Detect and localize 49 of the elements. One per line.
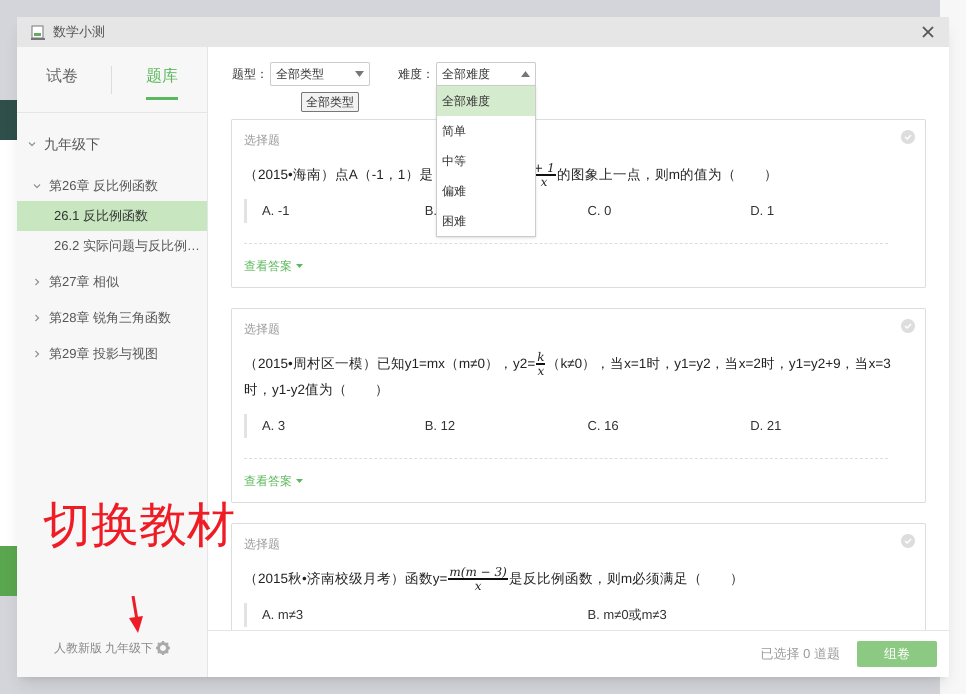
check-circle-icon[interactable] xyxy=(901,319,915,333)
filter-label: 难度： xyxy=(398,66,434,83)
dropdown-option[interactable]: 全部难度 xyxy=(437,86,535,116)
selected-count: 已选择 0 道题 xyxy=(760,645,840,664)
tree-item[interactable]: 26.1 反比例函数 xyxy=(17,201,207,231)
dropdown-option[interactable]: 偏难 xyxy=(437,176,535,206)
tree-item[interactable]: 第29章 投影与视图 xyxy=(17,339,207,369)
answer-option[interactable]: A. -1 xyxy=(262,201,425,221)
question-type: 选择题 xyxy=(244,536,280,552)
filter-dropdown[interactable]: 全部难度 xyxy=(436,62,536,86)
chevron-down-icon[interactable] xyxy=(28,140,36,148)
check-circle-icon[interactable] xyxy=(901,534,915,548)
tooltip: 全部类型 xyxy=(301,92,359,112)
dropdown-option[interactable]: 困难 xyxy=(437,206,535,236)
chevron-down-icon[interactable] xyxy=(33,182,41,190)
tree-item[interactable]: 九年级下 xyxy=(17,123,207,165)
document-icon xyxy=(31,24,45,40)
answer-option[interactable]: D. 21 xyxy=(750,416,913,436)
tree-item[interactable]: 第26章 反比例函数 xyxy=(17,171,207,201)
chevron-right-icon[interactable] xyxy=(33,350,41,358)
answer-option[interactable]: C. 16 xyxy=(588,416,750,436)
chevron-right-icon[interactable] xyxy=(33,278,41,286)
filter-label: 题型： xyxy=(232,66,268,83)
question-type: 选择题 xyxy=(244,321,280,337)
window-title: 数学小测 xyxy=(53,23,105,42)
question-type: 选择题 xyxy=(244,132,280,148)
answer-option[interactable]: D. 1 xyxy=(750,201,913,221)
close-icon[interactable] xyxy=(922,26,934,38)
answer-option[interactable]: A. m≠3 xyxy=(262,605,588,625)
answer-option[interactable]: A. 3 xyxy=(262,416,425,436)
sidebar-tab[interactable]: 试卷 xyxy=(46,59,78,100)
answer-option[interactable]: B. 12 xyxy=(424,416,588,436)
tree-item[interactable]: 第27章 相似 xyxy=(17,267,207,297)
caret-down-icon xyxy=(296,478,303,482)
tree-item[interactable]: 第28章 锐角三角函数 xyxy=(17,303,207,333)
filter-dropdown[interactable]: 全部类型 xyxy=(270,62,370,86)
caret-down-icon xyxy=(355,71,364,77)
dropdown-option[interactable]: 简单 xyxy=(437,116,535,146)
caret-down-icon xyxy=(296,264,303,268)
answer-option[interactable]: B. m≠0或m≠3 xyxy=(588,605,913,625)
answer-option[interactable]: C. 0 xyxy=(588,201,750,221)
check-circle-icon[interactable] xyxy=(901,130,915,144)
tree-item[interactable]: 26.2 实际问题与反比例… xyxy=(17,231,207,261)
annotation-arrow xyxy=(127,596,145,633)
caret-up-icon xyxy=(521,71,530,77)
annotation-text: 切换教材 xyxy=(43,496,235,555)
textbook-label: 人教新版 九年级下 xyxy=(54,640,154,657)
settings-icon[interactable] xyxy=(156,641,170,655)
chevron-right-icon[interactable] xyxy=(33,314,41,322)
